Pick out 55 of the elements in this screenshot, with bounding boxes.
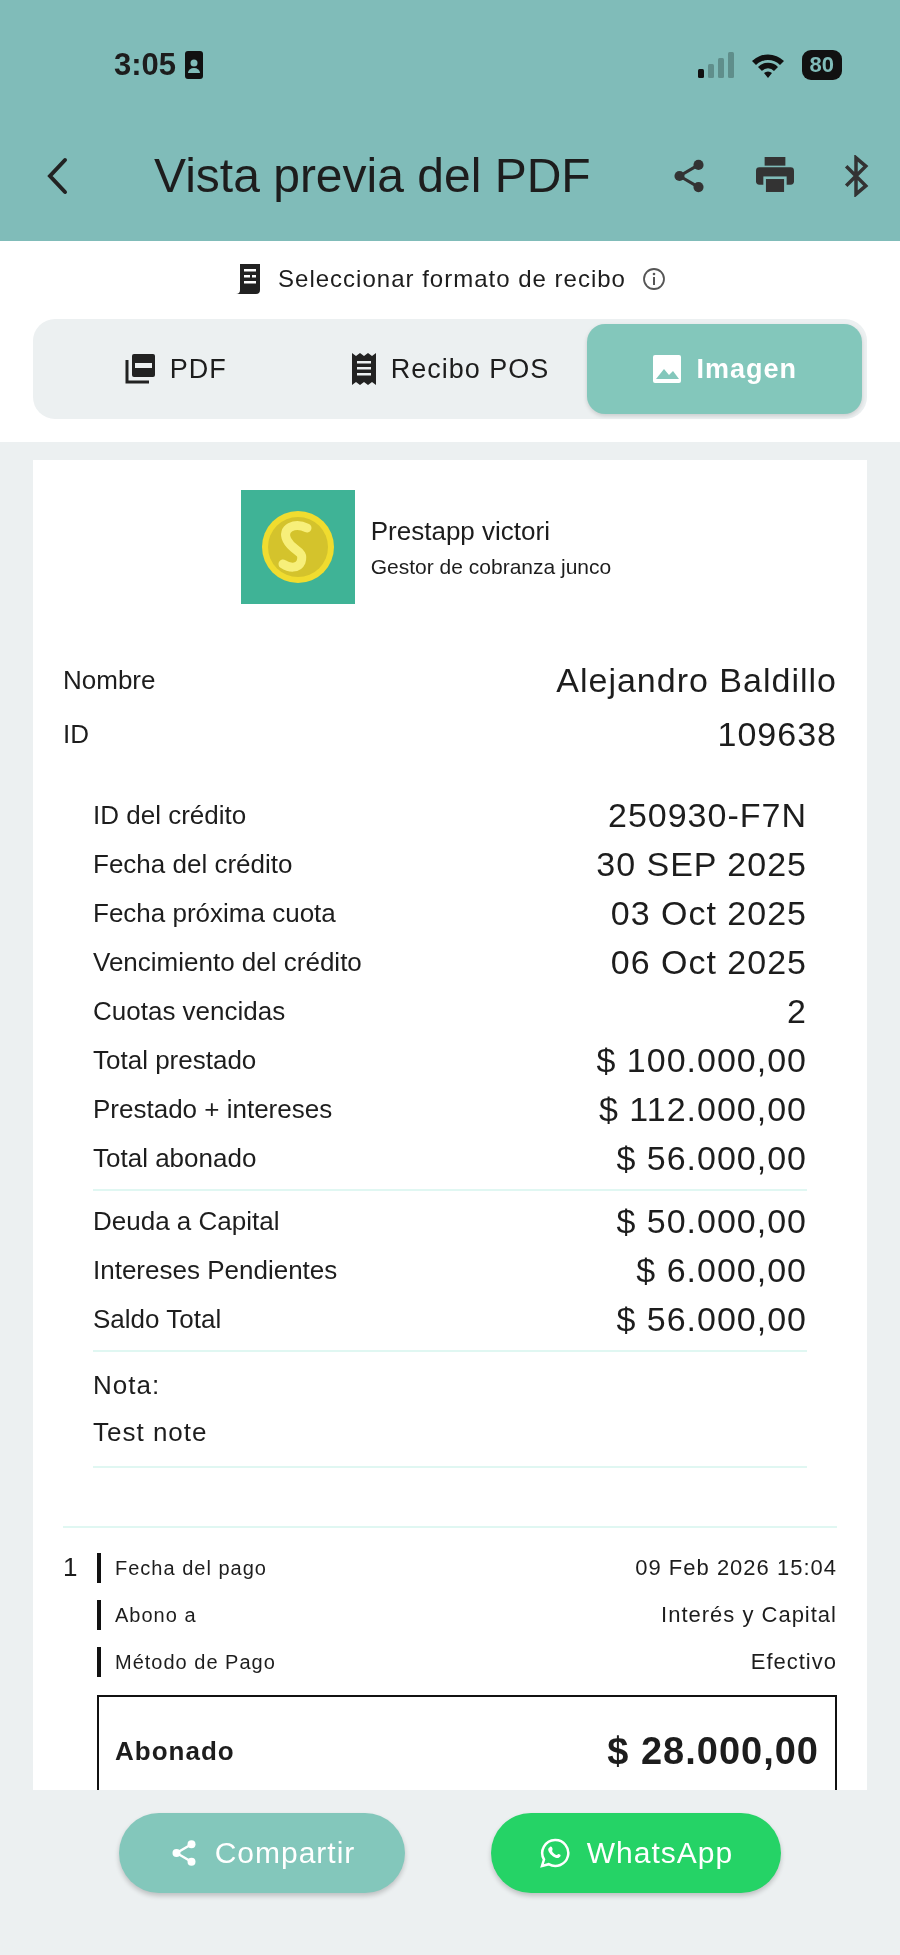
payment-value: 09 Feb 2026 15:04 (635, 1554, 837, 1582)
image-icon (652, 354, 683, 384)
format-label: Seleccionar formato de recibo (278, 264, 626, 294)
field-label: Intereses Pendientes (93, 1254, 338, 1287)
note-text: Test note (93, 1416, 209, 1449)
share-button[interactable]: Compartir (119, 1812, 405, 1893)
payment-value: Interés y Capital (661, 1601, 837, 1629)
format-tab[interactable]: Recibo POS (312, 324, 588, 414)
status-time: 3:05 (114, 45, 177, 84)
field-value: Alejandro Baldillo (556, 659, 837, 701)
company-subtitle: Gestor de cobranza junco (370, 553, 612, 580)
field-value: 2 (787, 991, 807, 1032)
field-value: $ 6.000,00 (636, 1250, 807, 1291)
info-icon (641, 267, 666, 291)
payment-label: Abono a (97, 1599, 197, 1630)
total-amount: $ 28.000,00 (607, 1729, 819, 1774)
format-tab[interactable]: PDF (38, 324, 313, 414)
field-value: 109638 (717, 714, 837, 755)
payment-number: 1 (63, 1551, 79, 1584)
format-tab[interactable]: Imagen (587, 324, 862, 414)
field-label: Prestado + intereses (93, 1093, 333, 1126)
field-label: Deuda a Capital (93, 1205, 280, 1238)
field-label: Nombre (63, 663, 156, 697)
company-name: Prestapp victori (370, 514, 551, 548)
signal-icon (697, 52, 734, 78)
field-label: Fecha del crédito (93, 848, 293, 881)
screen-title: Vista previa del PDF (154, 147, 592, 204)
pdf-file-icon (123, 353, 156, 385)
field-label: Saldo Total (93, 1303, 222, 1336)
field-value: 250930-F7N (608, 795, 807, 836)
field-label: ID (63, 718, 89, 751)
battery-level: 80 (801, 50, 842, 80)
payment-label: Fecha del pago (97, 1552, 267, 1583)
field-value: $ 112.000,00 (599, 1089, 807, 1130)
field-value: $ 100.000,00 (596, 1040, 807, 1081)
field-label: Fecha próxima cuota (93, 897, 336, 930)
field-label: Vencimiento del crédito (93, 946, 362, 979)
field-value: $ 50.000,00 (616, 1201, 807, 1242)
field-label: Total abonado (93, 1142, 257, 1175)
total-label: Abonado (115, 1735, 235, 1768)
payment-value: Efectivo (750, 1648, 837, 1676)
whatsapp-button[interactable]: WhatsApp (491, 1812, 781, 1893)
field-label: ID del crédito (93, 799, 247, 832)
payment-label: Método de Pago (97, 1646, 276, 1677)
field-value: 03 Oct 2025 (610, 893, 807, 934)
field-value: $ 56.000,00 (616, 1138, 807, 1179)
field-label: Cuotas vencidas (93, 995, 286, 1028)
receipt-icon (350, 352, 377, 386)
field-label: Total prestado (93, 1044, 257, 1077)
whatsapp-icon (538, 1836, 571, 1869)
field-value: $ 56.000,00 (616, 1299, 807, 1340)
note-label: Nota: (93, 1369, 162, 1402)
id-card-icon (184, 50, 205, 80)
field-value: 30 SEP 2025 (596, 844, 807, 885)
field-value: 06 Oct 2025 (610, 942, 807, 983)
